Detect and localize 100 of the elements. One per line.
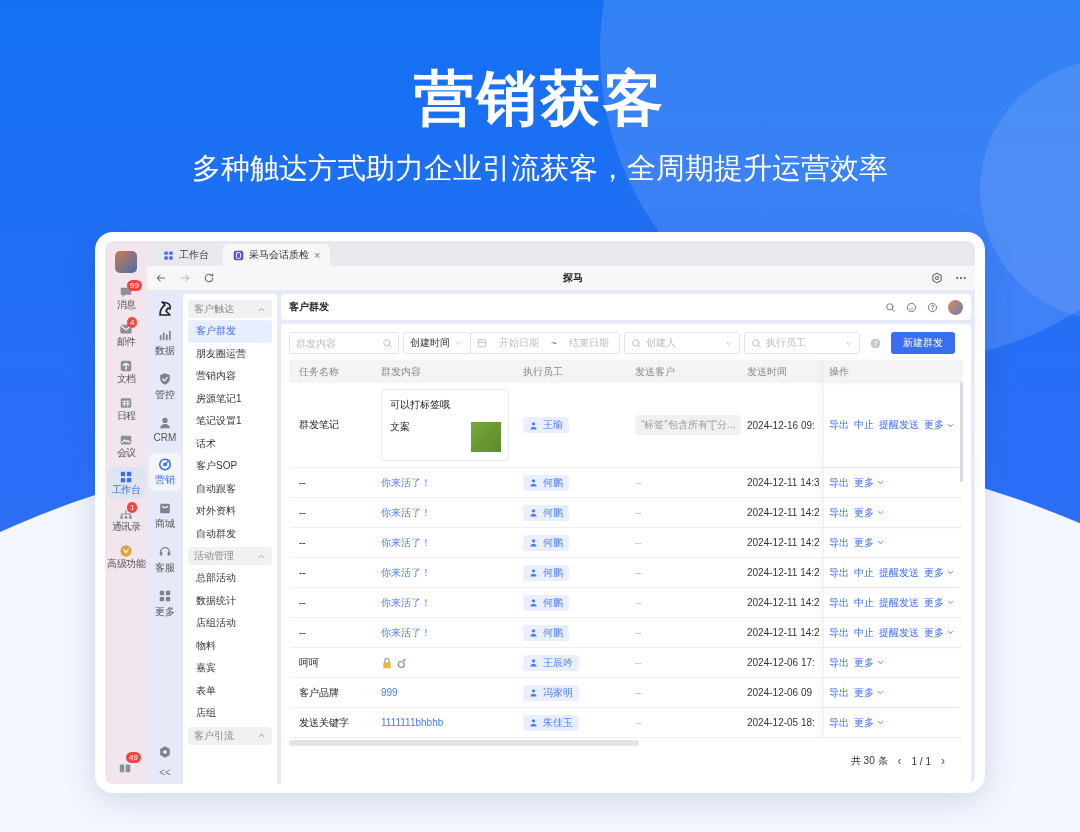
action-link[interactable]: 更多 (854, 475, 885, 490)
sidebar-item[interactable]: 店组活动 (188, 612, 272, 635)
calendar-icon (119, 396, 133, 410)
content-link[interactable]: 你来活了！ (371, 505, 513, 520)
module-item[interactable]: 数据 (149, 324, 181, 362)
table-cell-text: 2024-12-11 14:2 (746, 627, 821, 638)
rail-item[interactable]: 会议 (107, 430, 145, 462)
rail-item[interactable]: 高级功能 (107, 541, 145, 573)
action-link[interactable]: 中止 (854, 418, 874, 432)
table-cell-text: -- (634, 687, 643, 698)
action-link[interactable]: 导出 (829, 418, 849, 432)
action-link[interactable]: 更多 (924, 595, 955, 610)
table-cell-text: -- (634, 657, 643, 668)
rail-item[interactable]: 工作台 (107, 467, 145, 499)
sidebar-item[interactable]: 对外资料 (188, 500, 272, 523)
sidebar-item[interactable]: 数据统计 (188, 589, 272, 612)
sidebar-item[interactable]: 话术 (188, 432, 272, 455)
action-link[interactable]: 更多 (924, 418, 955, 432)
sidebar-item[interactable]: 房源笔记1 (188, 387, 272, 410)
action-link[interactable]: 导出 (829, 715, 849, 730)
rail-item[interactable]: 文档 (107, 356, 145, 388)
module-item[interactable]: CRM (149, 412, 181, 447)
action-link[interactable]: 导出 (829, 565, 849, 580)
sidebar-item[interactable]: 客户群发 (188, 320, 272, 343)
sidebar-item[interactable]: 总部活动 (188, 567, 272, 590)
help-icon (927, 301, 938, 313)
sidebar-item[interactable]: 客户SOP (188, 455, 272, 478)
action-link[interactable]: 更多 (854, 685, 885, 700)
action-link[interactable]: 导出 (829, 475, 849, 490)
sidebar-item[interactable]: 朋友圈运营 (188, 342, 272, 365)
table-cell-text: 2024-12-11 14:2 (746, 597, 821, 608)
action-link[interactable]: 中止 (854, 625, 874, 640)
action-link[interactable]: 导出 (829, 535, 849, 550)
sidebar-group-header[interactable]: 客户引流 (188, 726, 272, 745)
sidebar-group-header[interactable]: 客户触达 (188, 300, 272, 318)
action-link[interactable]: 更多 (924, 565, 955, 580)
content-link[interactable]: 你来活了！ (371, 565, 513, 580)
table-cell-text: 客户品牌 (298, 685, 340, 700)
module-item[interactable]: 管控 (149, 368, 181, 406)
module-item[interactable]: 营销 (149, 453, 181, 491)
action-link[interactable]: 更多 (854, 535, 885, 550)
action-link[interactable]: 中止 (854, 565, 874, 580)
table-cell-text: 2024-12-16 09: (746, 419, 816, 431)
sidebar-item[interactable]: 自动跟客 (188, 477, 272, 500)
user-avatar[interactable] (948, 299, 963, 315)
action-link[interactable]: 导出 (829, 685, 849, 700)
content-link[interactable]: 你来活了！ (371, 475, 513, 490)
next-page-button[interactable]: › (939, 754, 947, 768)
sidebar-item[interactable]: 表单 (188, 679, 272, 702)
browser-tab[interactable]: 采马会话质检 × (223, 244, 331, 266)
horizontal-scrollbar[interactable] (289, 740, 639, 746)
action-link[interactable]: 导出 (829, 655, 849, 670)
sidebar-item[interactable]: 嘉宾 (188, 657, 272, 680)
action-link[interactable]: 导出 (829, 595, 849, 610)
action-link[interactable]: 提醒发送 (879, 418, 919, 432)
vertical-scrollbar[interactable] (960, 382, 963, 482)
calendar-icon (477, 338, 487, 348)
rail-item[interactable]: 日程 (107, 393, 145, 425)
module-item[interactable]: 商城 (149, 497, 181, 535)
action-link[interactable]: 更多 (924, 625, 955, 640)
sidebar-item[interactable]: 物料 (188, 634, 272, 657)
sidebar-item[interactable]: 营销内容 (188, 365, 272, 388)
action-link[interactable]: 更多 (854, 715, 885, 730)
action-link[interactable]: 更多 (854, 505, 885, 520)
module-item[interactable]: 客服 (149, 541, 181, 579)
rail-item[interactable]: 通讯录 1 (107, 504, 145, 536)
content-link[interactable]: 1111111bhbhb (371, 717, 513, 728)
content-link[interactable]: 999 (371, 687, 513, 698)
module-item[interactable]: 更多 (149, 585, 181, 623)
sidebar-group-header[interactable]: 活动管理 (188, 547, 272, 565)
content-link[interactable]: 你来活了！ (371, 535, 513, 550)
action-link[interactable]: 更多 (854, 655, 885, 670)
sidebar-item[interactable]: 自动群发 (188, 522, 272, 545)
action-link[interactable]: 提醒发送 (879, 565, 919, 580)
close-tab-button[interactable]: × (314, 249, 321, 261)
rail-item[interactable]: 消息 99 (107, 282, 145, 314)
content-link[interactable]: 你来活了！ (371, 625, 513, 640)
action-link[interactable]: 中止 (854, 595, 874, 610)
action-link[interactable]: 导出 (829, 505, 849, 520)
user-avatar[interactable] (115, 251, 137, 273)
content-search-field[interactable]: 群发内容 (289, 332, 399, 354)
action-link[interactable]: 导出 (829, 625, 849, 640)
photo-placeholder (471, 422, 501, 452)
collapse-button[interactable]: << (159, 767, 171, 778)
rail-item[interactable]: 邮件 4 (107, 319, 145, 351)
staff-tag: 王辰吟 (523, 654, 579, 671)
sidebar-item[interactable]: 笔记设置1 (188, 410, 272, 433)
time-type-select[interactable]: 创建时间 (403, 332, 471, 354)
app-icon (233, 249, 244, 261)
table-cell-text: -- (634, 717, 643, 728)
create-broadcast-button[interactable]: 新建群发 (891, 332, 955, 354)
table-cell-text: 2024-12-05 18: (746, 717, 816, 728)
previous-page-button[interactable]: ‹ (895, 754, 904, 768)
action-link[interactable]: 提醒发送 (879, 625, 919, 640)
sidebar-item[interactable]: 店组 (188, 702, 272, 725)
action-link[interactable]: 提醒发送 (879, 595, 919, 610)
person-icon (529, 420, 538, 430)
content-link[interactable]: 你来活了！ (371, 595, 513, 610)
browser-tab[interactable]: 工作台 (153, 244, 219, 266)
grid-icon (119, 470, 133, 484)
